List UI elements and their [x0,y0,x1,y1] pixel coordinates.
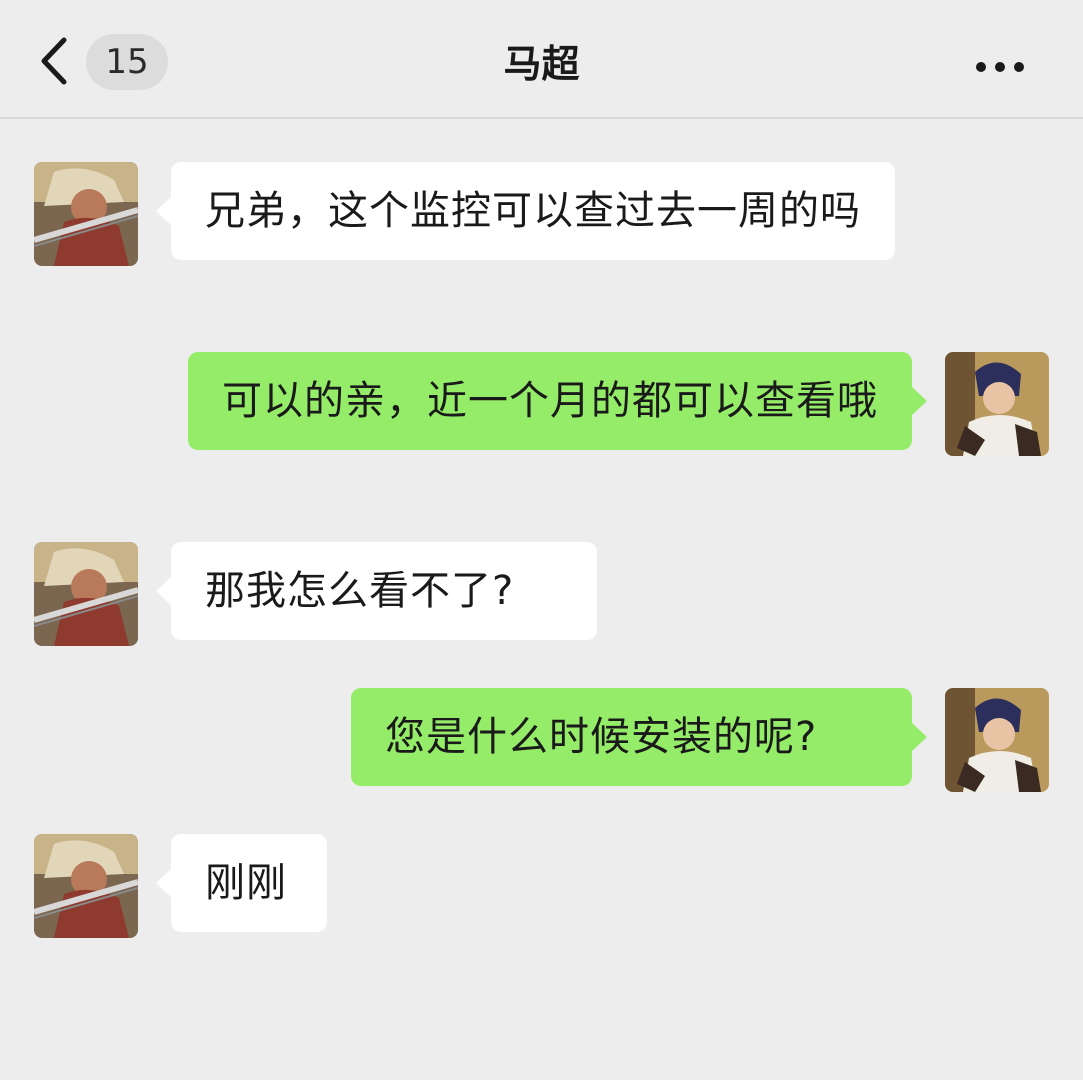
more-dots-icon [976,62,986,72]
more-options-button[interactable] [968,48,1032,88]
chat-title: 马超 [503,42,580,86]
contact-avatar[interactable] [34,542,138,646]
message-bubble-incoming[interactable]: 那我怎么看不了? [156,542,597,640]
message-bubble-incoming[interactable]: 刚刚 [156,834,327,932]
contact-avatar[interactable] [34,162,138,266]
message-bubble-outgoing[interactable]: 您是什么时候安装的呢? [351,688,927,786]
contact-avatar[interactable] [34,834,138,938]
message-bubble-incoming[interactable]: 兄弟，这个监控可以查过去一周的吗 [156,162,895,260]
chat-header: 15 马超 [0,0,1083,119]
user-avatar[interactable] [945,688,1049,792]
message-bubble-outgoing[interactable]: 可以的亲，近一个月的都可以查看哦 [188,352,927,450]
user-avatar[interactable] [945,352,1049,456]
